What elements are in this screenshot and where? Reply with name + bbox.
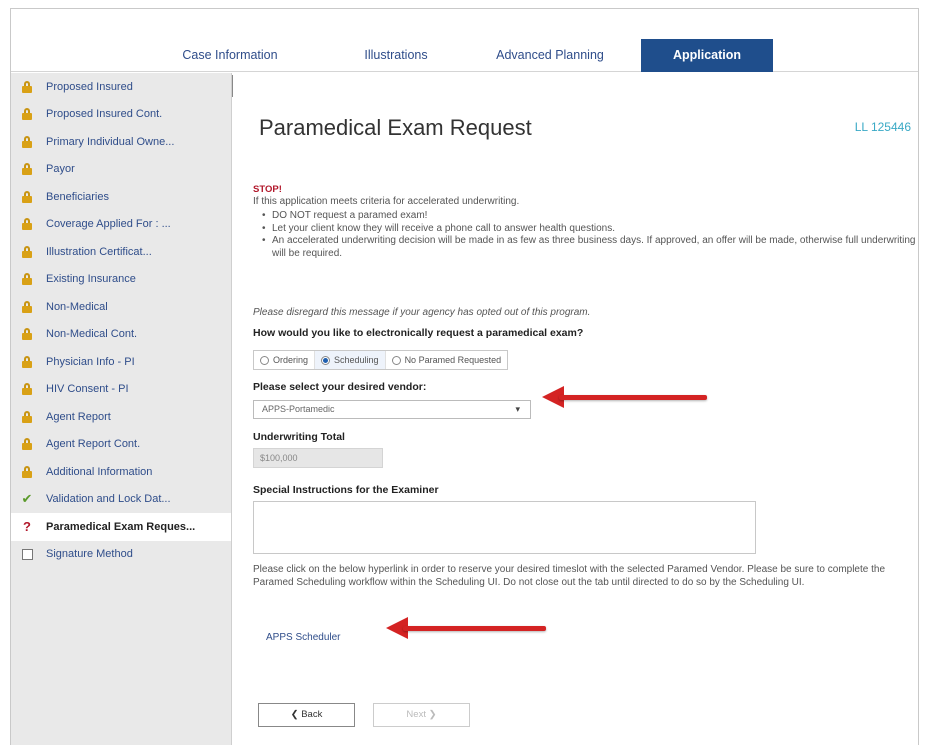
case-id: LL 125446 [854, 120, 911, 134]
lock-icon [20, 190, 34, 204]
sidebar-item-label: Non-Medical [46, 300, 108, 313]
request-method-radio-group: Ordering Scheduling No Paramed Requested [253, 350, 509, 370]
sidebar-item-label: Paramedical Exam Reques... [46, 520, 196, 533]
lock-icon [20, 327, 34, 341]
sidebar-item-non-medical-cont[interactable]: Non-Medical Cont. [11, 321, 231, 349]
list-item: Let your client know they will receive a… [257, 223, 917, 236]
lock-icon [20, 135, 34, 149]
lock-icon [20, 245, 34, 259]
sidebar-item-illustration-certificate[interactable]: Illustration Certificat... [11, 238, 231, 266]
tab-application[interactable]: Application [641, 39, 773, 72]
page-title: Paramedical Exam Request [259, 115, 532, 140]
stop-intro-text: If this application meets criteria for a… [253, 196, 520, 207]
back-button[interactable]: ❮ Back [258, 703, 355, 727]
special-instructions-label: Special Instructions for the Examiner [253, 484, 439, 496]
lock-icon [20, 382, 34, 396]
lock-icon [20, 217, 34, 231]
scheduler-note: Please click on the below hyperlink in o… [253, 564, 886, 588]
radio-ordering[interactable]: Ordering [254, 351, 314, 369]
main-content: Paramedical Exam Request LL 125446 STOP!… [243, 73, 916, 745]
next-button[interactable]: Next ❯ [373, 703, 470, 727]
sidebar-item-label: HIV Consent - PI [46, 383, 129, 396]
sidebar-item-label: Agent Report [46, 410, 111, 423]
vendor-label: Please select your desired vendor: [253, 381, 427, 393]
sidebar-item-agent-report-cont[interactable]: Agent Report Cont. [11, 431, 231, 459]
sidebar-item-label: Payor [46, 163, 75, 176]
radio-label: Scheduling [334, 355, 379, 365]
radio-label: Ordering [273, 355, 309, 365]
divider [232, 75, 233, 97]
disregard-note: Please disregard this message if your ag… [253, 307, 591, 318]
underwriting-total-label: Underwriting Total [253, 431, 345, 443]
radio-scheduling[interactable]: Scheduling [314, 351, 385, 369]
radio-label: No Paramed Requested [404, 355, 502, 365]
lock-icon [20, 465, 34, 479]
question-icon: ? [23, 519, 31, 535]
checkbox-icon [20, 547, 34, 561]
radio-button-icon [391, 355, 401, 365]
tab-bar: Case Information Illustrations Advanced … [11, 9, 918, 72]
sidebar-item-signature-method[interactable]: Signature Method [11, 541, 231, 569]
lock-icon [20, 437, 34, 451]
sidebar-item-payor[interactable]: Payor [11, 156, 231, 184]
special-instructions-textarea[interactable] [253, 501, 756, 554]
apps-scheduler-link[interactable]: APPS Scheduler [266, 632, 341, 643]
lock-icon [20, 107, 34, 121]
sidebar-item-label: Coverage Applied For : ... [46, 218, 171, 231]
radio-no-paramed[interactable]: No Paramed Requested [384, 351, 508, 369]
sidebar-item-agent-report[interactable]: Agent Report [11, 403, 231, 431]
sidebar-item-validation-and-lock[interactable]: ✔ Validation and Lock Dat... [11, 486, 231, 514]
sidebar-item-label: Validation and Lock Dat... [46, 493, 171, 506]
sidebar-item-label: Illustration Certificat... [46, 245, 152, 258]
sidebar-item-proposed-insured[interactable]: Proposed Insured [11, 73, 231, 101]
tab-case-information[interactable]: Case Information [167, 39, 293, 72]
checkmark-icon: ✔ [21, 491, 33, 507]
accelerated-underwriting-list: DO NOT request a paramed exam! Let your … [257, 210, 917, 260]
sidebar-item-label: Additional Information [46, 465, 153, 478]
tab-illustrations[interactable]: Illustrations [341, 39, 451, 72]
lock-icon [20, 355, 34, 369]
vendor-select-value: APPS-Portamedic [262, 404, 335, 414]
sidebar-item-label: Primary Individual Owne... [46, 135, 175, 148]
sidebar-item-non-medical[interactable]: Non-Medical [11, 293, 231, 321]
sidebar-item-primary-owner[interactable]: Primary Individual Owne... [11, 128, 231, 156]
lock-icon [20, 410, 34, 424]
underwriting-total-field: $100,000 [253, 448, 383, 468]
sidebar: Proposed Insured Proposed Insured Cont. … [11, 73, 232, 745]
sidebar-item-label: Proposed Insured [46, 80, 133, 93]
list-item: An accelerated underwriting decision wil… [257, 235, 917, 260]
radio-button-icon [260, 355, 269, 365]
stop-heading: STOP! [253, 184, 282, 195]
sidebar-item-label: Non-Medical Cont. [46, 328, 138, 341]
sidebar-item-label: Agent Report Cont. [46, 438, 141, 451]
sidebar-item-label: Signature Method [46, 548, 133, 561]
sidebar-item-proposed-insured-cont[interactable]: Proposed Insured Cont. [11, 101, 231, 129]
sidebar-item-coverage-applied-for[interactable]: Coverage Applied For : ... [11, 211, 231, 239]
sidebar-item-beneficiaries[interactable]: Beneficiaries [11, 183, 231, 211]
sidebar-item-additional-information[interactable]: Additional Information [11, 458, 231, 486]
chevron-down-icon: ▾ [515, 404, 520, 414]
sidebar-item-hiv-consent[interactable]: HIV Consent - PI [11, 376, 231, 404]
app-frame: Case Information Illustrations Advanced … [10, 8, 919, 745]
sidebar-item-label: Beneficiaries [46, 190, 109, 203]
vendor-select[interactable]: APPS-Portamedic ▾ [253, 400, 531, 419]
lock-icon [20, 80, 34, 94]
lock-icon [20, 300, 34, 314]
tab-advanced-planning[interactable]: Advanced Planning [476, 39, 624, 72]
radio-button-icon [321, 355, 331, 365]
list-item: DO NOT request a paramed exam! [257, 210, 917, 223]
lock-icon [20, 272, 34, 286]
sidebar-item-label: Existing Insurance [46, 273, 136, 286]
lock-icon [20, 162, 34, 176]
sidebar-item-paramedical-exam-request[interactable]: ? Paramedical Exam Reques... [11, 513, 231, 541]
request-method-label: How would you like to electronically req… [253, 327, 584, 339]
sidebar-item-existing-insurance[interactable]: Existing Insurance [11, 266, 231, 294]
red-arrow-annotation [386, 617, 546, 639]
sidebar-item-physician-info[interactable]: Physician Info - PI [11, 348, 231, 376]
red-arrow-annotation [542, 386, 707, 408]
sidebar-item-label: Proposed Insured Cont. [46, 108, 163, 121]
sidebar-item-label: Physician Info - PI [46, 355, 135, 368]
